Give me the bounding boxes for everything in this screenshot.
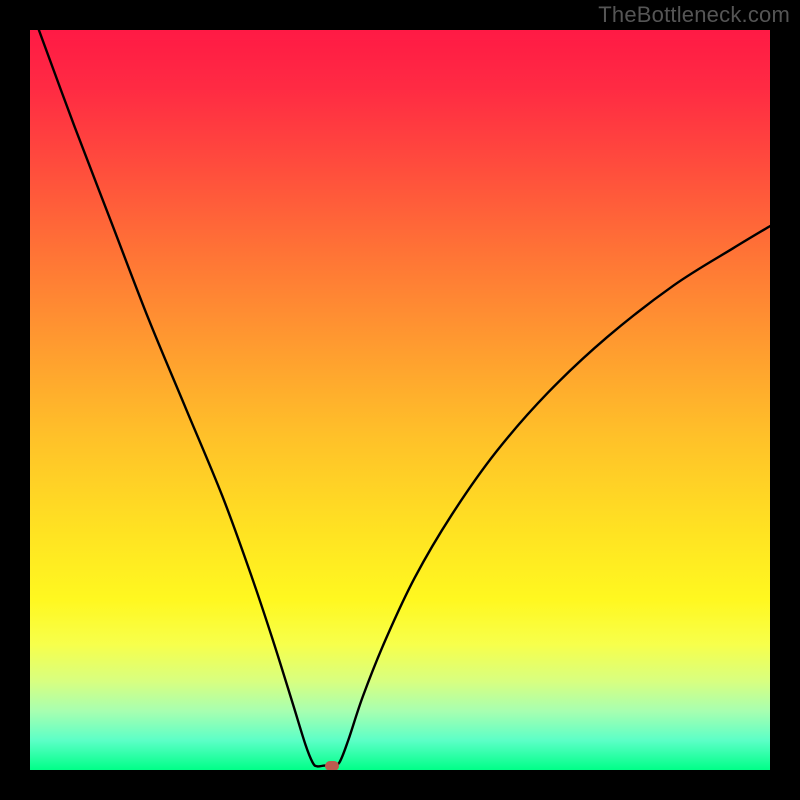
watermark-text: TheBottleneck.com xyxy=(598,2,790,28)
chart-frame: TheBottleneck.com xyxy=(0,0,800,800)
bottleneck-curve xyxy=(39,30,770,766)
plot-area xyxy=(30,30,770,770)
optimal-marker xyxy=(325,761,339,770)
curve-svg xyxy=(30,30,770,770)
